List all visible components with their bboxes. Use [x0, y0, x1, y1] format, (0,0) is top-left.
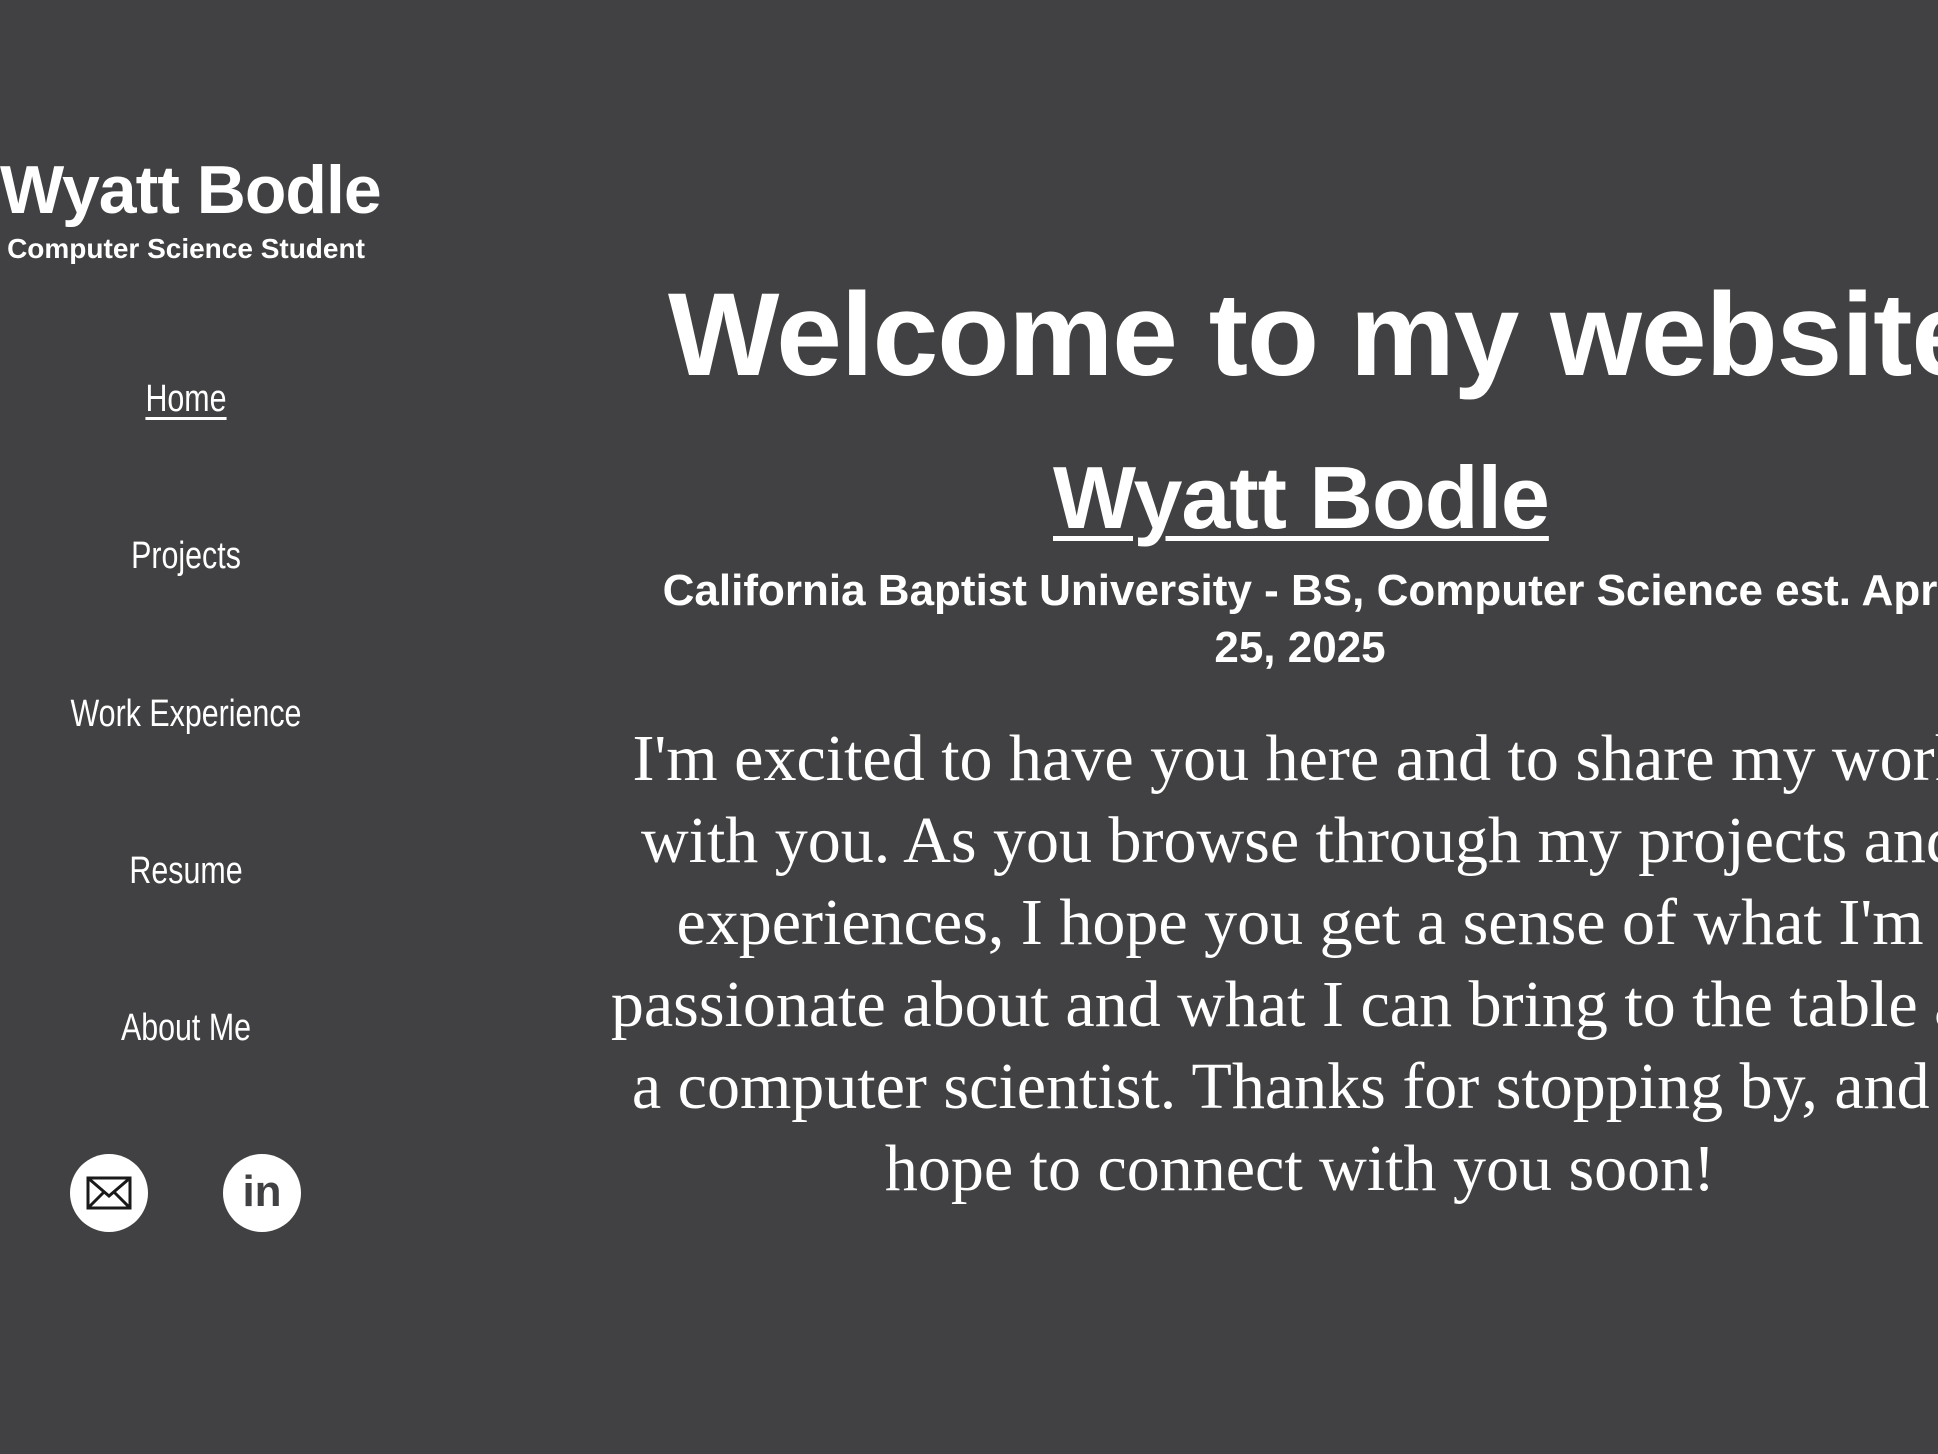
linkedin-button[interactable]: in	[223, 1154, 301, 1232]
nav-work-experience[interactable]: Work Experience	[37, 689, 335, 739]
site-owner-name[interactable]: Wyatt Bodle	[0, 150, 382, 230]
site-tagline: Computer Science Student	[7, 233, 365, 264]
nav-projects[interactable]: Projects	[37, 531, 335, 581]
sidebar: Wyatt Bodle Computer Science Student Hom…	[0, 0, 382, 1454]
linkedin-icon: in	[242, 1167, 282, 1216]
nav-home[interactable]: Home	[37, 374, 335, 424]
main-content: Welcome to my website! Wyatt Bodle Calif…	[600, 0, 1938, 1454]
name-link[interactable]: Wyatt Bodle	[600, 446, 1938, 550]
intro-paragraph: I'm excited to have you here and to shar…	[610, 722, 1938, 1205]
education-line: California Baptist University - BS, Comp…	[662, 566, 1938, 672]
mail-icon	[86, 1176, 132, 1210]
nav-about-me[interactable]: About Me	[37, 1003, 335, 1053]
email-button[interactable]	[70, 1154, 148, 1232]
nav-resume[interactable]: Resume	[37, 846, 335, 896]
welcome-heading: Welcome to my website!	[668, 269, 1938, 401]
